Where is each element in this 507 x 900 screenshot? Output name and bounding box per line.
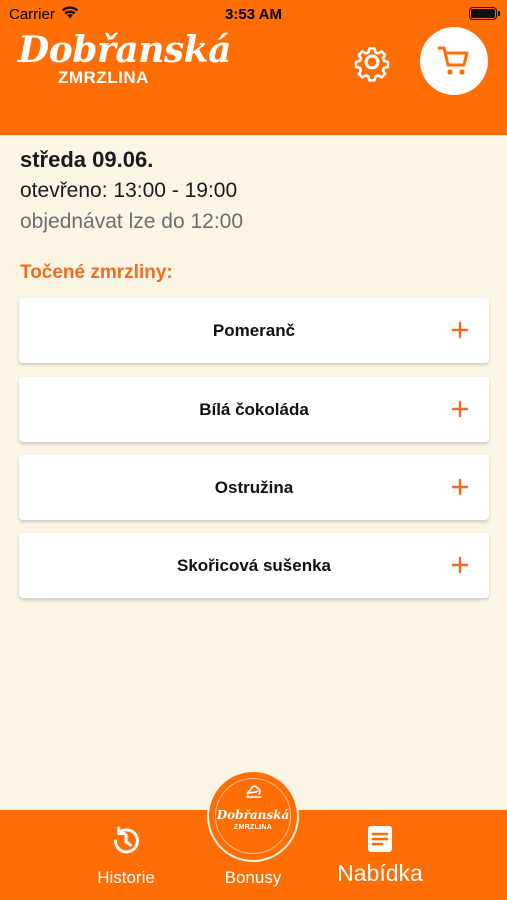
opening-hours: otevřeno: 13:00 - 19:00 bbox=[20, 179, 238, 202]
item-name: Skořicová sušenka bbox=[176, 556, 332, 575]
plus-icon[interactable] bbox=[450, 555, 470, 575]
menu-list-icon bbox=[368, 826, 392, 852]
order-deadline: objednávat lze do 12:00 bbox=[20, 210, 244, 233]
section-title: Točené zmrzliny: bbox=[20, 262, 173, 283]
status-time: 3:53 AM bbox=[225, 6, 282, 23]
plus-icon[interactable] bbox=[450, 399, 470, 419]
cart-button[interactable] bbox=[420, 27, 488, 95]
settings-button[interactable] bbox=[352, 42, 392, 82]
badge-logo-subtitle: ZMRZLINA bbox=[233, 824, 273, 831]
item-name: Bílá čokoláda bbox=[199, 400, 309, 419]
tab-bonus-label: Bonusy bbox=[224, 868, 282, 887]
tab-offer-label: Nabídka bbox=[337, 860, 423, 886]
badge-logo-script: Dobřanská bbox=[216, 808, 290, 822]
tab-history[interactable]: Historie bbox=[78, 810, 174, 900]
plus-icon[interactable] bbox=[450, 477, 470, 497]
list-item[interactable]: Ostružina bbox=[19, 455, 489, 520]
tab-offer[interactable]: Nabídka bbox=[325, 810, 435, 900]
app-logo: Dobřanská ZMRZLINA bbox=[18, 30, 231, 88]
tab-history-label: Historie bbox=[97, 868, 155, 887]
status-bar: Carrier 3:53 AM bbox=[0, 0, 507, 28]
list-item[interactable]: Pomeranč bbox=[19, 298, 489, 363]
battery-icon bbox=[469, 7, 500, 20]
gear-icon bbox=[354, 47, 390, 82]
item-name: Ostružina bbox=[214, 478, 294, 497]
logo-subtitle: ZMRZLINA bbox=[58, 68, 149, 87]
logo-script: Dobřanská bbox=[18, 29, 231, 71]
list-item[interactable]: Skořicová sušenka bbox=[19, 533, 489, 598]
app-header: Carrier 3:53 AM Dobřanská ZMRZLINA bbox=[0, 0, 507, 135]
ice-cream-icon bbox=[246, 785, 262, 798]
list-item[interactable]: Bílá čokoláda bbox=[19, 377, 489, 442]
bonus-badge-button[interactable]: Dobřanská ZMRZLINA bbox=[207, 770, 299, 862]
offer-content: středa 09.06. otevřeno: 13:00 - 19:00 ob… bbox=[0, 135, 507, 810]
date-title: středa 09.06. bbox=[20, 147, 154, 172]
history-icon bbox=[114, 826, 139, 854]
cart-icon bbox=[437, 46, 469, 75]
item-name: Pomeranč bbox=[212, 321, 296, 340]
plus-icon[interactable] bbox=[450, 320, 470, 340]
